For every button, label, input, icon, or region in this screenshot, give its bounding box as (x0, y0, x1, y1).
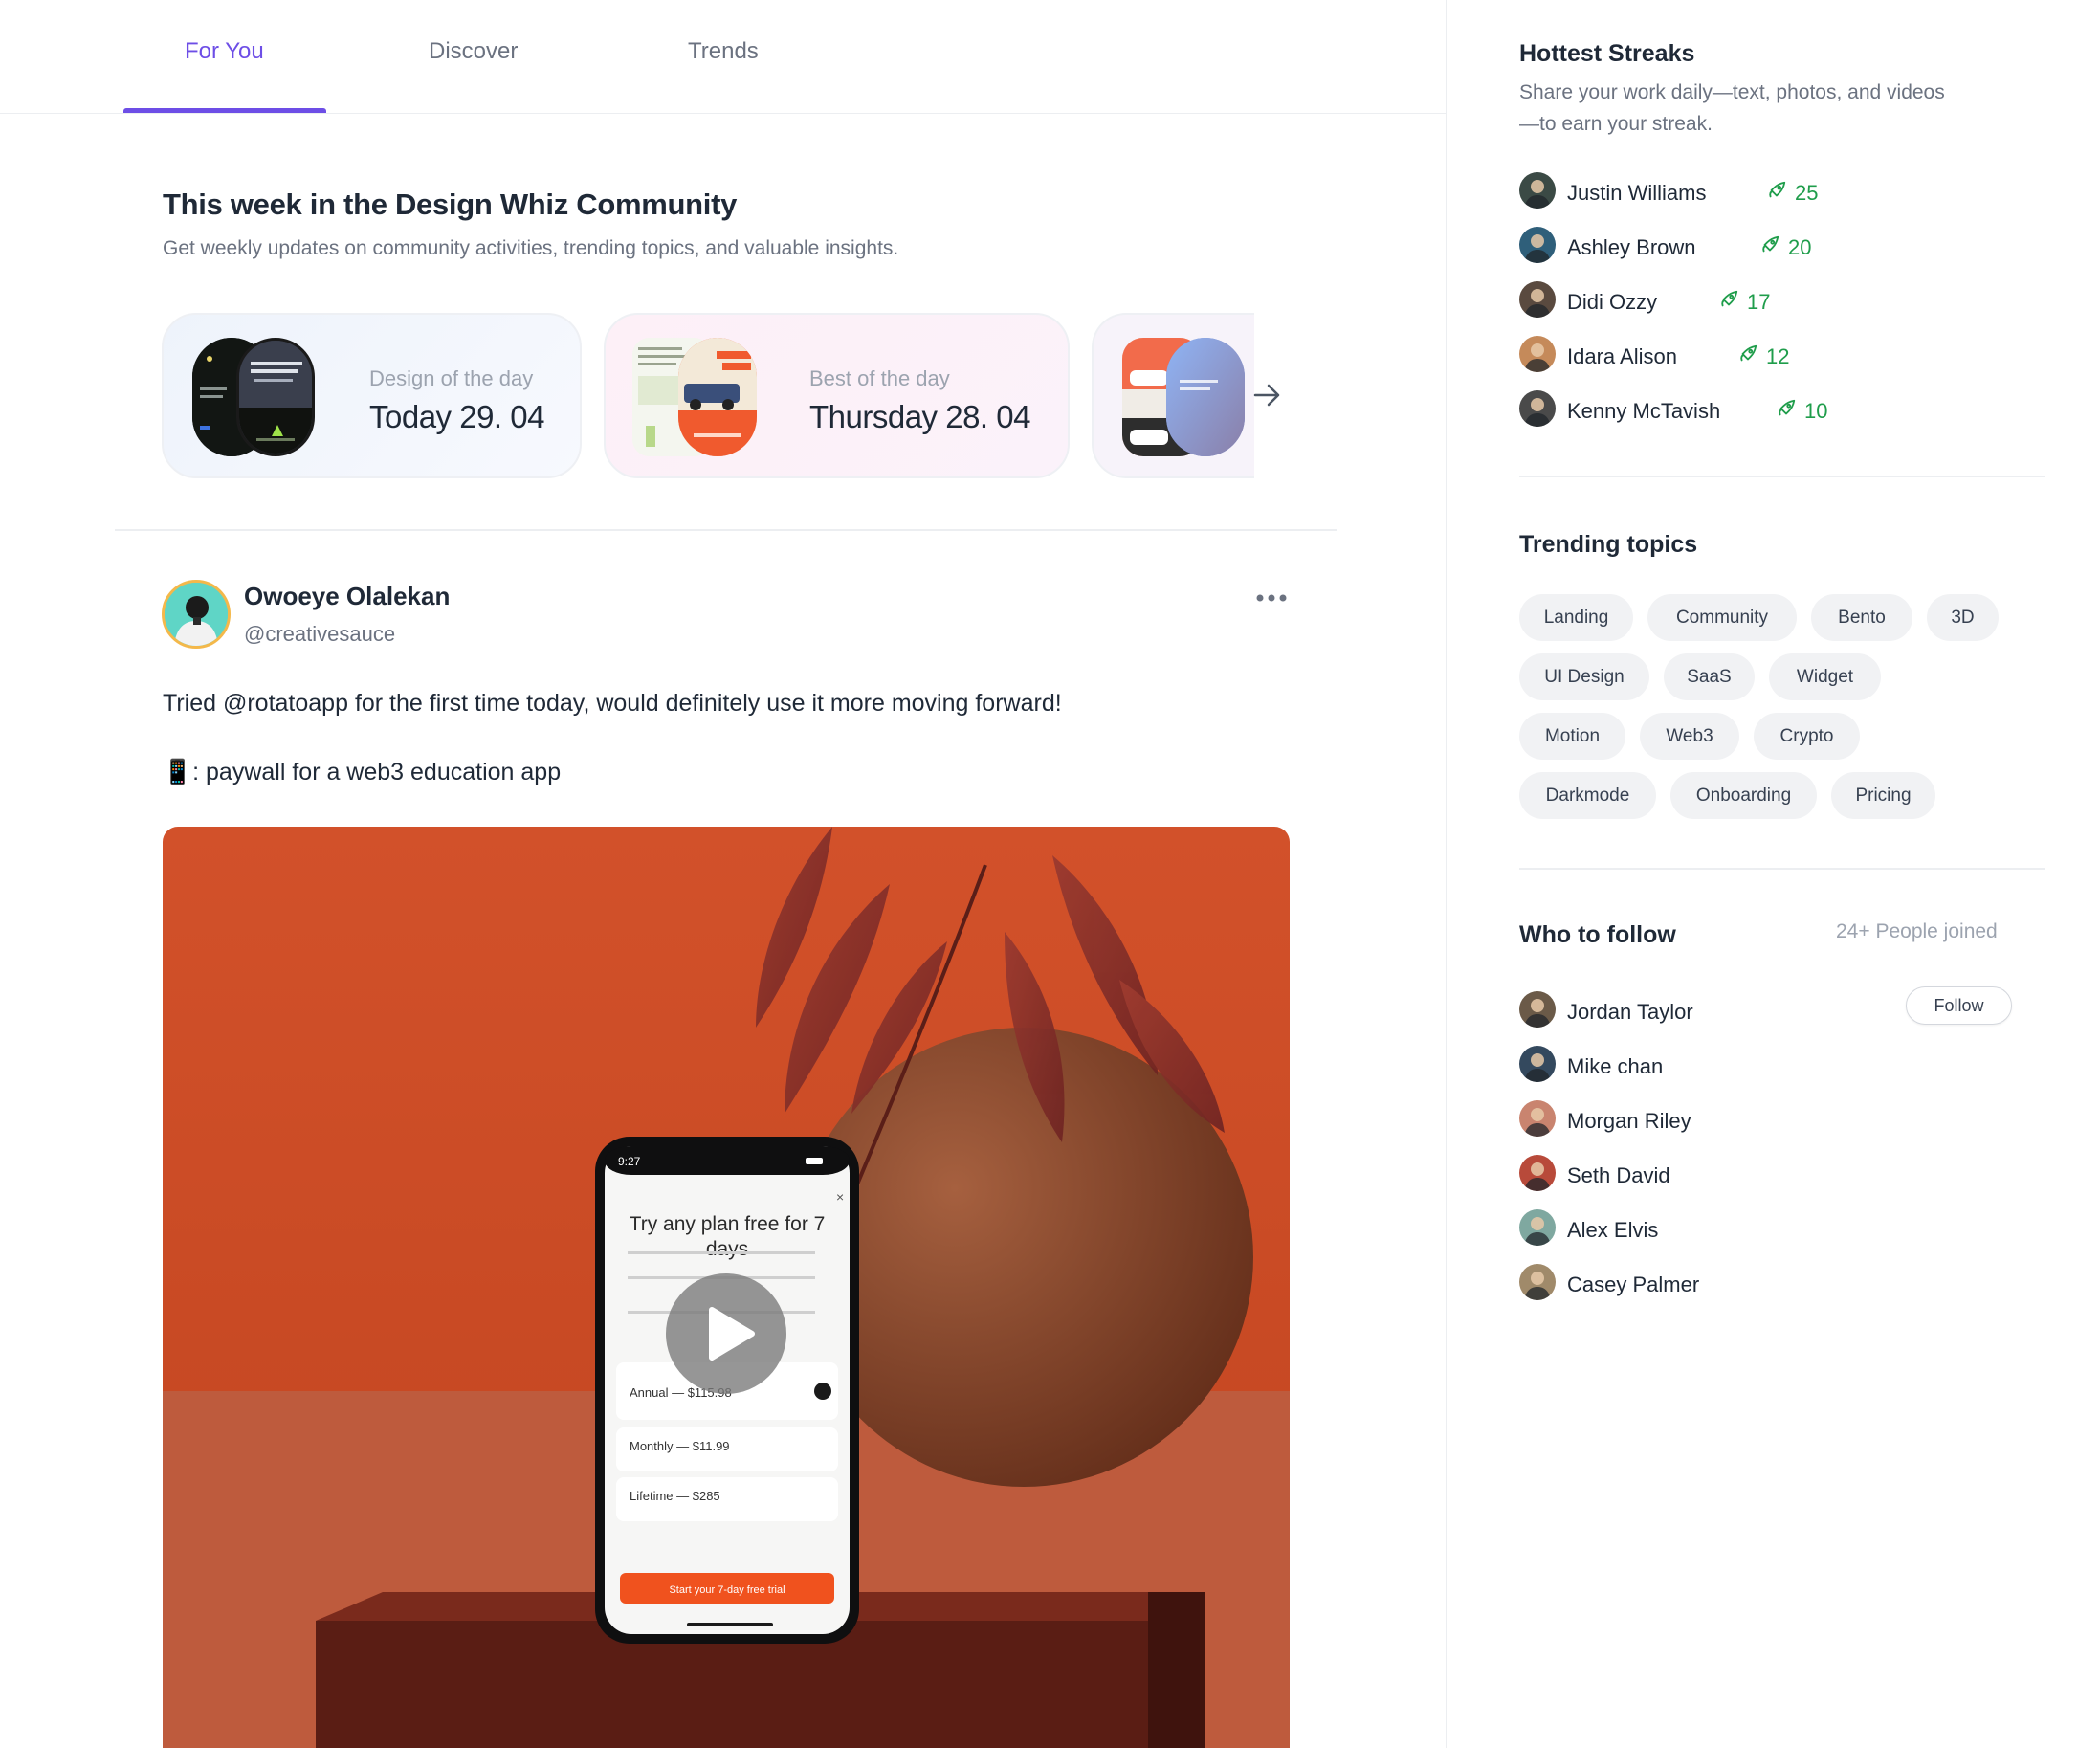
follow-user-name[interactable]: Seth David (1567, 1163, 1670, 1188)
people-joined-count: 24+ People joined (1836, 920, 1998, 942)
follow-user-name[interactable]: Mike chan (1567, 1054, 1663, 1079)
avatar[interactable] (1519, 336, 1556, 372)
avatar[interactable] (1519, 227, 1556, 263)
avatar[interactable] (1519, 1046, 1556, 1082)
avatar[interactable] (1519, 1209, 1556, 1246)
card-date: Today 29. 04 (369, 399, 544, 434)
rocket-icon (1766, 180, 1787, 207)
streak-count: 25 (1766, 180, 1818, 207)
tab-discover[interactable]: Discover (429, 38, 518, 65)
streaks-subtitle: Share your work daily—text, photos, and … (1519, 81, 1945, 135)
topic-chip[interactable]: Crypto (1754, 713, 1860, 760)
rocket-icon (1718, 289, 1739, 316)
avatar[interactable] (162, 580, 231, 649)
streak-count-value: 10 (1804, 399, 1828, 423)
rocket-icon (1737, 343, 1758, 370)
svg-text:Try any plan free for 7: Try any plan free for 7 (630, 1213, 826, 1235)
card-thumbnail-front (1166, 338, 1245, 456)
avatar[interactable] (1519, 991, 1556, 1028)
post-author-name[interactable]: Owoeye Olalekan (244, 582, 450, 611)
weekly-card-partial[interactable] (1092, 313, 1254, 478)
rocket-icon (1759, 234, 1780, 261)
follow-button[interactable]: Follow (1906, 986, 2012, 1025)
section-divider (115, 529, 1337, 531)
best-of-the-day-card[interactable]: Best of the day Thursday 28. 04 (604, 313, 1070, 478)
streak-count-value: 17 (1747, 290, 1771, 314)
topic-chip[interactable]: Motion (1519, 713, 1625, 760)
section-divider (1519, 476, 2045, 477)
avatar[interactable] (1519, 281, 1556, 318)
svg-text:×: × (836, 1189, 844, 1205)
main-feed: For You Discover Trends This week in the… (0, 0, 1447, 1748)
streak-user-name[interactable]: Ashley Brown (1567, 235, 1696, 260)
topic-chip[interactable]: Landing (1519, 594, 1633, 641)
streaks-title: Hottest Streaks (1519, 40, 1695, 67)
card-thumbnail-front (678, 338, 757, 456)
active-tab-indicator (123, 108, 326, 113)
follow-user-name[interactable]: Jordan Taylor (1567, 1000, 1693, 1025)
topic-chip[interactable]: Darkmode (1519, 772, 1656, 819)
svg-text:days: days (706, 1238, 748, 1260)
card-date: Thursday 28. 04 (809, 399, 1030, 434)
topic-chip[interactable]: Community (1647, 594, 1797, 641)
streak-user-name[interactable]: Idara Alison (1567, 344, 1677, 369)
section-divider (1519, 868, 2045, 870)
topic-chip[interactable]: SaaS (1664, 653, 1755, 700)
streak-user-name[interactable]: Kenny McTavish (1567, 399, 1720, 424)
post-author-handle[interactable]: @creativesauce (244, 622, 395, 647)
topic-chip[interactable]: UI Design (1519, 653, 1649, 700)
feed-tabs: For You Discover Trends (0, 0, 1447, 114)
topic-chip[interactable]: Widget (1769, 653, 1881, 700)
follow-user-name[interactable]: Morgan Riley (1567, 1109, 1691, 1134)
trending-title: Trending topics (1519, 531, 1698, 558)
weekly-subtitle: Get weekly updates on community activiti… (163, 237, 899, 259)
weekly-title: This week in the Design Whiz Community (163, 188, 738, 221)
streak-user-name[interactable]: Didi Ozzy (1567, 290, 1657, 315)
post-video[interactable]: 9:27 9:27 Try any plan free for 7 days ×… (163, 827, 1290, 1748)
avatar[interactable] (1519, 1155, 1556, 1191)
topic-chip[interactable]: Bento (1811, 594, 1912, 641)
tab-trends[interactable]: Trends (688, 38, 759, 65)
post-text: Tried @rotatoapp for the first time toda… (163, 690, 1062, 717)
streak-count: 17 (1718, 289, 1770, 316)
tab-for-you[interactable]: For You (185, 38, 264, 65)
play-icon[interactable] (666, 1273, 786, 1394)
topic-chip[interactable]: Web3 (1640, 713, 1739, 760)
follow-user-name[interactable]: Alex Elvis (1567, 1218, 1658, 1243)
arrow-right-icon[interactable] (1249, 378, 1284, 412)
follow-title: Who to follow (1519, 921, 1676, 948)
avatar[interactable] (1519, 1264, 1556, 1300)
rocket-icon (1776, 398, 1797, 425)
card-thumbnail-front (236, 338, 315, 456)
card-label: Design of the day (369, 366, 534, 390)
svg-text:Lifetime — $285: Lifetime — $285 (630, 1489, 720, 1503)
post-text: 📱: paywall for a web3 education app (163, 759, 562, 785)
right-sidebar: Hottest Streaks Share your work daily—te… (1447, 0, 2100, 1748)
avatar[interactable] (1519, 1100, 1556, 1137)
streak-count: 12 (1737, 343, 1789, 370)
streak-user-name[interactable]: Justin Williams (1567, 181, 1706, 206)
avatar[interactable] (1519, 172, 1556, 209)
more-options-icon[interactable] (1255, 591, 1288, 603)
streak-count: 20 (1759, 234, 1811, 261)
card-label: Best of the day (809, 366, 950, 390)
topic-chip[interactable]: Onboarding (1670, 772, 1817, 819)
streak-count: 10 (1776, 398, 1827, 425)
streak-count-value: 25 (1795, 181, 1819, 205)
follow-user-name[interactable]: Casey Palmer (1567, 1272, 1699, 1297)
svg-text:Start your 7-day free trial: Start your 7-day free trial (669, 1584, 785, 1596)
streak-count-value: 12 (1766, 344, 1790, 368)
design-of-the-day-card[interactable]: Design of the day Today 29. 04 (162, 313, 582, 478)
topic-chip[interactable]: 3D (1927, 594, 1999, 641)
streak-count-value: 20 (1788, 235, 1812, 259)
topic-chip[interactable]: Pricing (1831, 772, 1935, 819)
svg-text:9:27: 9:27 (618, 1155, 641, 1168)
svg-text:Monthly — $11.99: Monthly — $11.99 (630, 1439, 730, 1453)
avatar[interactable] (1519, 390, 1556, 427)
